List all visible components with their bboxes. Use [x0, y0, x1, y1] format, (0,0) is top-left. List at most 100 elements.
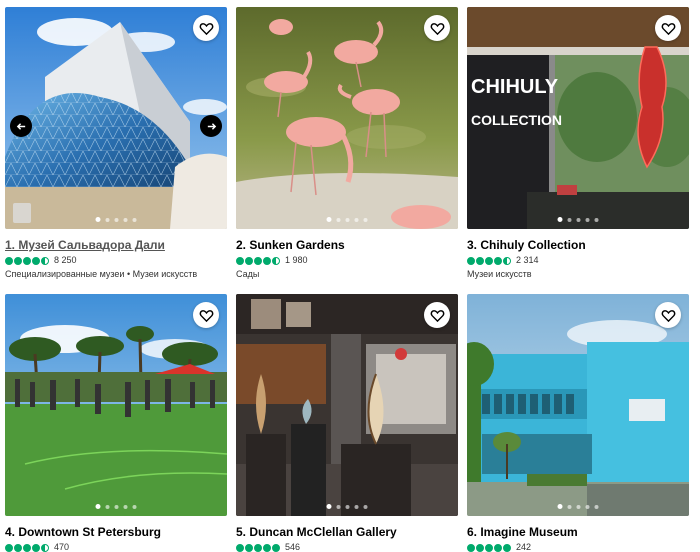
rating-bubble-icon [23, 543, 31, 552]
rating-row: 1 980 [236, 256, 458, 265]
attraction-card-duncan-mcclellan-gallery[interactable]: 5. Duncan McClellan Gallery 546 [236, 294, 458, 552]
chihuly-sign-line2: COLLECTION [471, 112, 562, 128]
carousel-dot[interactable] [567, 217, 572, 222]
rating-bubble-icon [272, 543, 280, 552]
attraction-title[interactable]: 5. Duncan McClellan Gallery [236, 525, 458, 539]
carousel-dot[interactable] [123, 217, 128, 222]
rating-bubble-half-icon [41, 256, 49, 265]
rating-bubble-icon [5, 256, 13, 265]
carousel-dot[interactable] [594, 217, 599, 222]
attraction-card-chihuly-collection[interactable]: CHIHULY COLLECTION 3. Chihuly Collection… [467, 7, 689, 279]
photo-carousel[interactable] [236, 7, 458, 229]
save-button[interactable] [655, 302, 681, 328]
carousel-dot[interactable] [363, 504, 368, 509]
carousel-dot[interactable] [567, 504, 572, 509]
previous-photo-button[interactable] [10, 115, 32, 137]
carousel-dot[interactable] [585, 217, 590, 222]
attraction-card-downtown-st-petersburg[interactable]: 4. Downtown St Petersburg 470 [5, 294, 227, 552]
save-button[interactable] [655, 15, 681, 41]
photo-carousel[interactable] [5, 7, 227, 229]
carousel-dot[interactable] [132, 217, 137, 222]
attraction-card-imagine-museum[interactable]: 6. Imagine Museum 242 [467, 294, 689, 552]
carousel-dot[interactable] [345, 504, 350, 509]
carousel-dot[interactable] [594, 504, 599, 509]
carousel-dot[interactable] [326, 504, 332, 509]
review-count[interactable]: 8 250 [54, 256, 77, 265]
carousel-dot[interactable] [114, 504, 119, 509]
heart-icon [199, 309, 213, 322]
rating-bubble-icon [485, 543, 493, 552]
carousel-dot[interactable] [132, 504, 137, 509]
carousel-dot[interactable] [336, 504, 341, 509]
carousel-dot[interactable] [95, 504, 101, 509]
next-photo-button[interactable] [200, 115, 222, 137]
attraction-title[interactable]: 2. Sunken Gardens [236, 238, 458, 252]
heart-icon [430, 309, 444, 322]
carousel-dot[interactable] [363, 217, 368, 222]
carousel-dot[interactable] [557, 217, 563, 222]
attraction-card-sunken-gardens[interactable]: 2. Sunken Gardens 1 980 Сады [236, 7, 458, 279]
carousel-dot[interactable] [114, 217, 119, 222]
carousel-dot[interactable] [354, 504, 359, 509]
rating-bubble-icon [14, 543, 22, 552]
carousel-indicator [557, 504, 599, 509]
carousel-dot[interactable] [345, 217, 350, 222]
photo-carousel[interactable] [236, 294, 458, 516]
save-button[interactable] [424, 302, 450, 328]
review-count[interactable]: 2 314 [516, 256, 539, 265]
attraction-title[interactable]: 1. Музей Сальвадора Дали [5, 238, 227, 252]
save-button[interactable] [424, 15, 450, 41]
rating-bubble-icon [254, 543, 262, 552]
rating-bubble-icon [236, 543, 244, 552]
attraction-title[interactable]: 4. Downtown St Petersburg [5, 525, 227, 539]
carousel-indicator [326, 504, 368, 509]
review-count[interactable]: 1 980 [285, 256, 308, 265]
carousel-dot[interactable] [105, 504, 110, 509]
rating-bubble-icon [476, 256, 484, 265]
arrow-left-icon [16, 122, 25, 130]
carousel-dot[interactable] [557, 504, 563, 509]
chihuly-collection-photo: CHIHULY COLLECTION [467, 7, 689, 229]
rating-bubble-half-icon [41, 543, 49, 552]
attraction-card-dali-museum[interactable]: 1. Музей Сальвадора Дали 8 250 Специализ… [5, 7, 227, 279]
rating-bubble-icon [503, 543, 511, 552]
photo-carousel[interactable] [5, 294, 227, 516]
photo-carousel[interactable] [467, 294, 689, 516]
attraction-category: Сады [236, 269, 260, 279]
carousel-dot[interactable] [585, 504, 590, 509]
rating-bubble-icon [245, 543, 253, 552]
carousel-dot[interactable] [576, 217, 581, 222]
carousel-indicator [95, 504, 137, 509]
carousel-dot[interactable] [95, 217, 101, 222]
chihuly-sign-line1: CHIHULY [471, 76, 559, 98]
arrow-right-icon [207, 122, 216, 130]
attraction-title[interactable]: 3. Chihuly Collection [467, 238, 689, 252]
carousel-dot[interactable] [105, 217, 110, 222]
save-button[interactable] [193, 302, 219, 328]
heart-icon [430, 22, 444, 35]
dali-museum-photo [5, 7, 227, 229]
glass-gallery-photo [236, 294, 458, 516]
rating-bubble-half-icon [272, 256, 280, 265]
carousel-dot[interactable] [326, 217, 332, 222]
heart-icon [661, 22, 675, 35]
save-button[interactable] [193, 15, 219, 41]
rating-bubble-icon [32, 256, 40, 265]
heart-icon [661, 309, 675, 322]
attraction-category: Специализированные музеи • Музеи искусст… [5, 269, 198, 279]
rating-row: 2 314 [467, 256, 689, 265]
carousel-dot[interactable] [354, 217, 359, 222]
rating-bubble-icon [245, 256, 253, 265]
rating-bubble-icon [485, 256, 493, 265]
carousel-indicator [557, 217, 599, 222]
rating-row: 8 250 [5, 256, 227, 265]
attraction-title[interactable]: 6. Imagine Museum [467, 525, 689, 539]
imagine-museum-photo [467, 294, 689, 516]
rating-bubble-icon [236, 256, 244, 265]
rating-bubble-icon [14, 256, 22, 265]
rating-bubble-icon [32, 543, 40, 552]
carousel-dot[interactable] [123, 504, 128, 509]
carousel-dot[interactable] [336, 217, 341, 222]
carousel-dot[interactable] [576, 504, 581, 509]
photo-carousel[interactable]: CHIHULY COLLECTION [467, 7, 689, 229]
